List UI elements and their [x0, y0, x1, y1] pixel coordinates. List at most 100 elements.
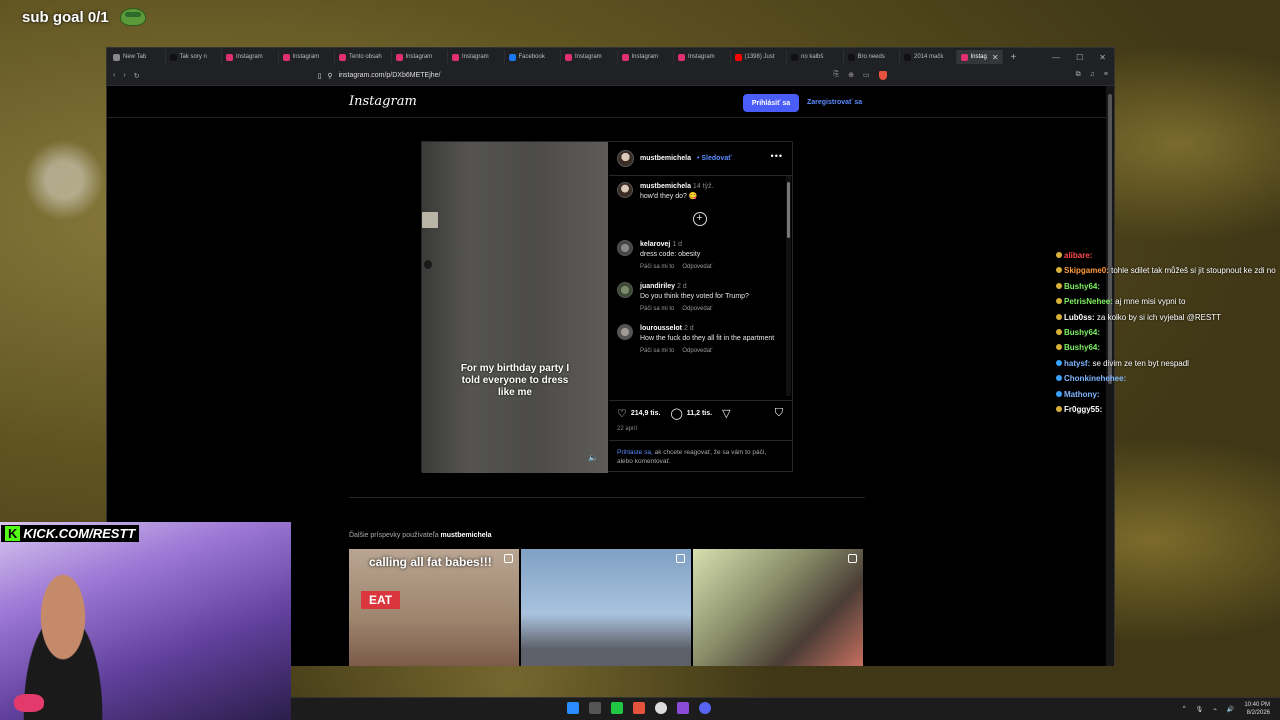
brave-shield-icon[interactable]: [878, 71, 887, 80]
comment-like[interactable]: Páči sa mi to: [640, 264, 674, 270]
commenter-avatar[interactable]: [617, 324, 633, 340]
chat-username[interactable]: Skipgame0:: [1064, 266, 1109, 275]
signup-link[interactable]: Zaregistrovať sa: [807, 99, 862, 106]
tray-chevron-icon[interactable]: ^: [1183, 706, 1186, 712]
comment-item: juandiriley 2 d Do you think they voted …: [617, 282, 782, 314]
site-info-icon[interactable]: ⚲: [327, 72, 332, 80]
chrome-icon[interactable]: [655, 702, 667, 714]
bookmark-page-icon[interactable]: ▯: [318, 72, 322, 80]
comment-user[interactable]: juandiriley: [640, 283, 675, 290]
login-prompt-link[interactable]: Prihláste sa,: [617, 449, 653, 456]
volume-icon[interactable]: 🔈: [588, 453, 598, 463]
chat-username[interactable]: Mathony:: [1064, 390, 1100, 399]
terminal-icon[interactable]: [589, 702, 601, 714]
share-icon[interactable]: ▽: [722, 407, 730, 420]
obs-icon[interactable]: [611, 702, 623, 714]
more-posts-title: Ďalšie príspevky používateľa mustbemiche…: [349, 532, 492, 539]
mic-icon[interactable]: 🎙: [1196, 706, 1204, 713]
chat-username[interactable]: hatysf:: [1064, 359, 1090, 368]
post-thumbnail[interactable]: calling all fat babes!!! EAT: [349, 549, 519, 666]
browser-tab[interactable]: (1398) Just: [731, 50, 787, 64]
zoom-icon[interactable]: ⊕: [848, 71, 854, 80]
forward-icon[interactable]: ›: [123, 72, 125, 79]
screen-icon[interactable]: ▭: [863, 71, 870, 80]
new-tab-icon[interactable]: +: [1011, 52, 1017, 63]
browser-tab[interactable]: Instagram: [279, 50, 335, 64]
network-icon[interactable]: ⌁: [1213, 706, 1217, 713]
clock[interactable]: 10:40 PM 8/2/2026: [1244, 701, 1270, 717]
browser-tab[interactable]: Instagram: [222, 50, 279, 64]
chat-username[interactable]: Chonkinehehee:: [1064, 374, 1126, 383]
extensions-icon[interactable]: ⧉: [1076, 71, 1081, 80]
commenter-avatar[interactable]: [617, 282, 633, 298]
comment-like[interactable]: Páči sa mi to: [640, 306, 674, 312]
comment-reply[interactable]: Odpovedať: [682, 306, 712, 312]
chat-badge-icon: [1056, 252, 1062, 258]
chat-username[interactable]: PetrisNehee:: [1064, 297, 1113, 306]
back-icon[interactable]: ‹: [113, 72, 115, 79]
stream-chat: alibare: Skipgame0: tohle sdilet tak může…: [1056, 248, 1280, 417]
browser-tab[interactable]: no kalbš: [787, 50, 844, 64]
comments-scroll-thumb[interactable]: [787, 182, 790, 238]
author-avatar[interactable]: [617, 150, 634, 167]
reload-icon[interactable]: ↻: [134, 72, 140, 80]
like-icon[interactable]: ♡: [617, 407, 627, 420]
comment-reply[interactable]: Odpovedať: [682, 264, 712, 270]
instagram-logo[interactable]: Instagram: [349, 94, 417, 109]
menu-icon[interactable]: ≡: [1104, 71, 1108, 80]
caption-user[interactable]: mustbemichela: [640, 183, 691, 190]
close-window-icon[interactable]: ✕: [1099, 53, 1106, 62]
more-posts-user[interactable]: mustbemichela: [441, 532, 492, 539]
brave-icon[interactable]: [633, 702, 645, 714]
chat-username[interactable]: Fr0ggy55:: [1064, 405, 1102, 414]
browser-tab[interactable]: Instagram: [448, 50, 505, 64]
author-name[interactable]: mustbemichela: [640, 155, 691, 162]
login-button[interactable]: Prihlásiť sa: [743, 94, 799, 112]
volume-tray-icon[interactable]: 🔊: [1227, 706, 1234, 713]
post-thumbnail[interactable]: [693, 549, 863, 666]
browser-tab[interactable]: Instagram: [618, 50, 674, 64]
commenter-avatar[interactable]: [617, 240, 633, 256]
chat-username[interactable]: Bushy64:: [1064, 343, 1100, 352]
browser-tab[interactable]: Instagram: [392, 50, 448, 64]
comment-icon[interactable]: ◯: [670, 407, 682, 420]
caption-avatar[interactable]: [617, 182, 633, 198]
browser-tab[interactable]: Instagram: [561, 50, 618, 64]
load-more-comments-icon[interactable]: +: [692, 212, 707, 226]
comment-time: 2 d: [676, 283, 687, 290]
more-options-icon[interactable]: •••: [771, 151, 783, 161]
tab-close-icon[interactable]: ✕: [992, 53, 999, 62]
post-sidebar: mustbemichela • Sledovať ••• mustbemiche…: [609, 142, 793, 473]
browser-tab[interactable]: Instag ✕: [956, 50, 1003, 64]
browser-tab[interactable]: New Tab: [109, 50, 166, 64]
browser-tab[interactable]: Facebook: [505, 50, 561, 64]
comments-scrollbar[interactable]: [786, 176, 791, 396]
minimize-icon[interactable]: —: [1052, 53, 1060, 62]
translate-icon[interactable]: ⎘: [834, 71, 840, 80]
url-text[interactable]: instagram.com/p/DXb6METEjhe/: [339, 72, 441, 79]
media-icon[interactable]: ♫: [1090, 71, 1095, 80]
comment-user[interactable]: lourousselot: [640, 325, 682, 332]
browser-tab[interactable]: Tento obsah: [335, 50, 392, 64]
maximize-icon[interactable]: ☐: [1076, 53, 1083, 62]
start-icon[interactable]: [567, 702, 579, 714]
follow-button[interactable]: • Sledovať: [697, 155, 732, 162]
comment-reply[interactable]: Odpovedať: [682, 348, 712, 354]
twitch-icon[interactable]: [677, 702, 689, 714]
chat-username[interactable]: Bushy64:: [1064, 282, 1100, 291]
save-icon[interactable]: ⛉: [775, 407, 783, 420]
comment-like[interactable]: Páči sa mi to: [640, 348, 674, 354]
chat-badge-icon: [1056, 375, 1062, 382]
browser-tab[interactable]: Bro needs: [844, 50, 900, 64]
chat-username[interactable]: alibare:: [1064, 251, 1092, 260]
post-video[interactable]: For my birthday party I told everyone to…: [422, 142, 608, 473]
post-thumbnail[interactable]: [521, 549, 691, 666]
chat-username[interactable]: Bushy64:: [1064, 328, 1100, 337]
chat-username[interactable]: Lub0ss:: [1064, 313, 1095, 322]
address-bar[interactable]: ▯ ⚲ instagram.com/p/DXb6METEjhe/: [318, 72, 788, 80]
browser-tab[interactable]: Tak sory n: [166, 50, 222, 64]
comment-user[interactable]: kelarovej: [640, 241, 670, 248]
discord-icon[interactable]: [699, 702, 711, 714]
browser-tab[interactable]: Instagram: [674, 50, 731, 64]
browser-tab[interactable]: 2014 mačk: [900, 50, 957, 64]
